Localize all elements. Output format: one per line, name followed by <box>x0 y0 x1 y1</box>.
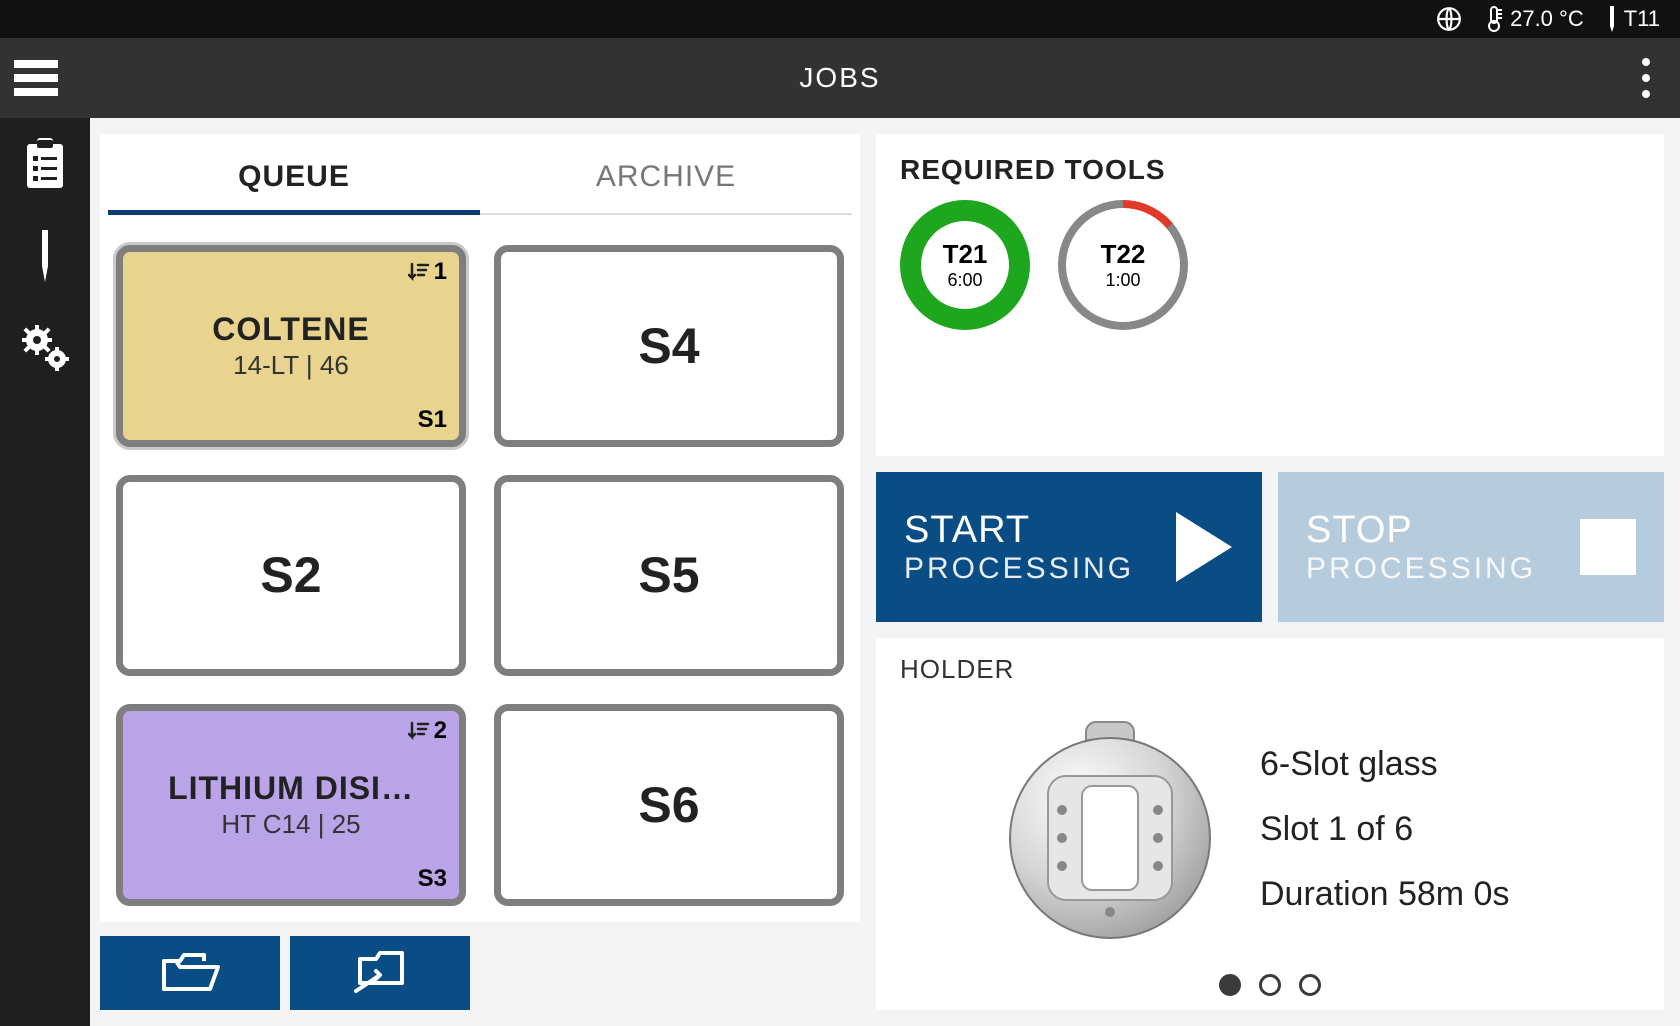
required-tools-heading: REQUIRED TOOLS <box>900 154 1640 186</box>
stop-icon <box>1576 515 1640 579</box>
sort-icon <box>408 720 430 742</box>
temperature-status: 27.0 °C <box>1484 6 1584 32</box>
sort-icon <box>408 261 430 283</box>
folder-export-icon <box>350 951 410 995</box>
tool-ring-t22[interactable]: T22 1:00 <box>1058 200 1188 330</box>
slot-s2[interactable]: S2 <box>116 475 466 677</box>
slot-title: LITHIUM DISI… <box>168 770 414 807</box>
holder-duration: Duration 58m 0s <box>1260 875 1509 914</box>
slot-title: COLTENE <box>212 311 370 348</box>
slot-label: S5 <box>638 546 699 604</box>
page-title: JOBS <box>799 62 880 94</box>
holder-heading: HOLDER <box>900 654 1640 685</box>
holder-type: 6-Slot glass <box>1260 745 1509 784</box>
folder-open-icon <box>160 951 220 995</box>
status-bar: 27.0 °C T11 <box>0 0 1680 38</box>
tab-queue[interactable]: QUEUE <box>108 140 480 215</box>
slot-order-icon: 2 <box>408 717 447 745</box>
tool-status: T11 <box>1606 6 1660 32</box>
tool-name: T22 <box>1101 239 1146 270</box>
slot-label: S6 <box>638 776 699 834</box>
slot-label: S2 <box>260 546 321 604</box>
holder-slot: Slot 1 of 6 <box>1260 810 1509 849</box>
tab-archive[interactable]: ARCHIVE <box>480 140 852 215</box>
globe-icon <box>1436 6 1462 32</box>
start-processing-button[interactable]: START PROCESSING <box>876 472 1262 622</box>
export-folder-button[interactable] <box>290 936 470 1010</box>
more-options-button[interactable] <box>1642 58 1650 98</box>
holder-card: HOLDER <box>876 638 1664 1010</box>
open-folder-button[interactable] <box>100 936 280 1010</box>
thermometer-icon <box>1484 6 1504 32</box>
clipboard-icon <box>23 138 67 190</box>
slot-id-label: S3 <box>418 865 447 893</box>
temperature-value: 27.0 °C <box>1510 6 1584 32</box>
gears-icon <box>20 325 70 371</box>
drill-bit-icon <box>1606 6 1618 32</box>
menu-button[interactable] <box>12 54 60 102</box>
stop-label-1: STOP <box>1306 509 1536 552</box>
slot-id-label: S1 <box>418 406 447 434</box>
nav-jobs[interactable] <box>17 136 73 192</box>
slot-order-icon: 1 <box>408 258 447 286</box>
drill-icon <box>38 230 52 282</box>
title-bar: JOBS <box>0 38 1680 118</box>
slot-s1[interactable]: 1 COLTENE 14-LT | 46 S1 <box>116 245 466 447</box>
slot-s6[interactable]: S6 <box>494 704 844 906</box>
pager-dot-2[interactable] <box>1259 974 1281 996</box>
slot-subtitle: 14-LT | 46 <box>233 350 349 381</box>
tool-time: 1:00 <box>1105 270 1140 291</box>
slot-s3[interactable]: 2 LITHIUM DISI… HT C14 | 25 S3 <box>116 704 466 906</box>
nav-tools[interactable] <box>17 228 73 284</box>
slot-label: S4 <box>638 317 699 375</box>
globe-status <box>1436 6 1462 32</box>
holder-pager <box>900 974 1640 1000</box>
start-label-1: START <box>904 509 1134 552</box>
stop-processing-button[interactable]: STOP PROCESSING <box>1278 472 1664 622</box>
nav-settings[interactable] <box>17 320 73 376</box>
pager-dot-3[interactable] <box>1299 974 1321 996</box>
queue-card: QUEUE ARCHIVE 1 COLTENE 14-LT | 46 S1 <box>100 134 860 922</box>
slot-subtitle: HT C14 | 25 <box>221 809 360 840</box>
tool-ring-t21[interactable]: T21 6:00 <box>900 200 1030 330</box>
holder-illustration <box>1000 720 1220 940</box>
play-icon <box>1170 508 1238 586</box>
current-tool-value: T11 <box>1624 6 1660 32</box>
start-label-2: PROCESSING <box>904 552 1134 586</box>
side-nav <box>0 118 90 1026</box>
required-tools-card: REQUIRED TOOLS T21 6:00 T22 1:00 <box>876 134 1664 456</box>
slot-s4[interactable]: S4 <box>494 245 844 447</box>
slot-s5[interactable]: S5 <box>494 475 844 677</box>
tool-time: 6:00 <box>947 270 982 291</box>
stop-label-2: PROCESSING <box>1306 552 1536 586</box>
pager-dot-1[interactable] <box>1219 974 1241 996</box>
tool-name: T21 <box>943 239 988 270</box>
